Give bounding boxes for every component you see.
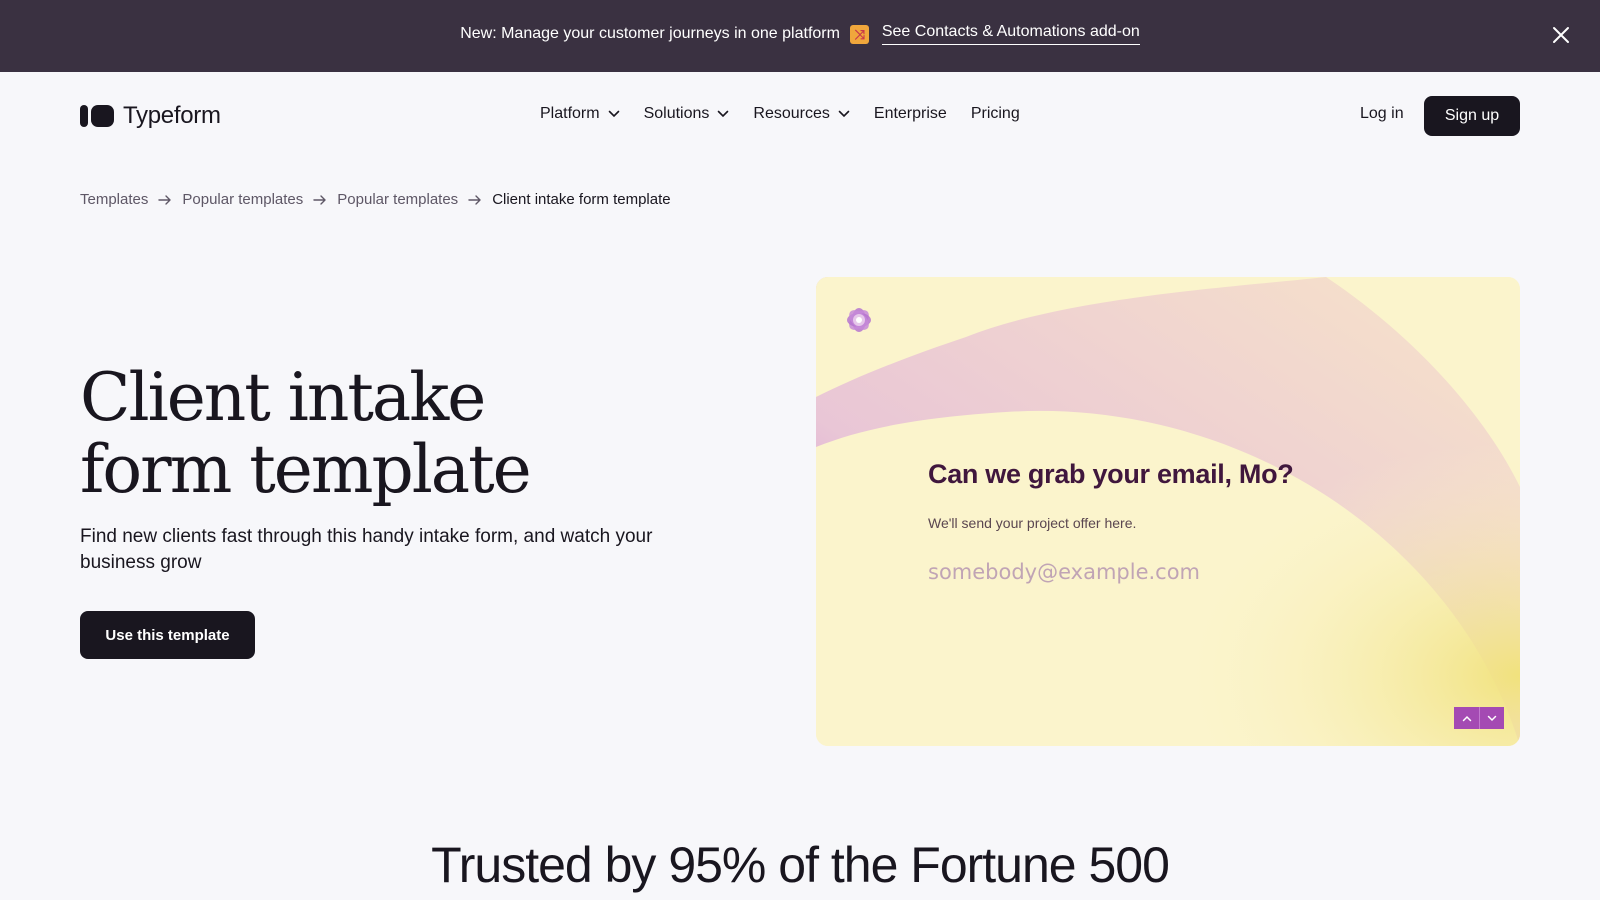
announcement-banner: New: Manage your customer journeys in on…: [0, 0, 1600, 72]
previous-question-button[interactable]: [1454, 707, 1479, 729]
chevron-down-icon: [718, 110, 729, 118]
close-banner-button[interactable]: [1548, 22, 1574, 48]
trusted-heading: Trusted by 95% of the Fortune 500: [431, 837, 1170, 893]
breadcrumb-current: Client intake form template: [492, 191, 671, 208]
preview-background: [816, 277, 1520, 746]
banner-content: New: Manage your customer journeys in on…: [0, 23, 1600, 45]
contacts-automations-link[interactable]: See Contacts & Automations add-on: [881, 23, 1140, 45]
page-title-line-1: Client intake: [80, 359, 486, 436]
next-question-button[interactable]: [1479, 707, 1504, 729]
nav-item-enterprise[interactable]: Enterprise: [874, 105, 947, 123]
form-nav-arrows: [1454, 707, 1504, 729]
arrow-right-icon: [313, 194, 326, 205]
main-nav: Typeform Platform Solutions Resources En…: [0, 72, 1600, 160]
nav-menu: Platform Solutions Resources Enterprise …: [540, 105, 1044, 123]
form-question-description: We'll send your project offer here.: [928, 515, 1137, 531]
chevron-down-icon: [608, 110, 619, 118]
nav-item-solutions[interactable]: Solutions: [644, 105, 730, 123]
nav-item-label: Resources: [753, 105, 830, 122]
nav-item-label: Enterprise: [873, 105, 947, 122]
chevron-up-icon: [1462, 715, 1471, 721]
breadcrumb-popular-templates-2[interactable]: Popular templates: [337, 191, 458, 208]
banner-text: New: Manage your customer journeys in on…: [460, 25, 840, 42]
nav-item-label: Solutions: [643, 105, 710, 122]
nav-item-pricing[interactable]: Pricing: [971, 105, 1020, 123]
login-link[interactable]: Log in: [1360, 105, 1404, 123]
form-question: Can we grab your email, Mo?: [928, 459, 1294, 489]
breadcrumb-popular-templates[interactable]: Popular templates: [182, 191, 303, 208]
page-title-line-2: form template: [80, 431, 532, 508]
nav-item-resources[interactable]: Resources: [753, 105, 850, 123]
page-title: Client intake form template: [80, 362, 640, 506]
nav-item-label: Pricing: [970, 105, 1020, 122]
breadcrumb: Templates Popular templates Popular temp…: [80, 191, 671, 208]
form-preview: Can we grab your email, Mo? We'll send y…: [816, 277, 1520, 746]
chevron-down-icon: [1487, 715, 1497, 721]
flower-logo-icon: [847, 308, 871, 332]
email-field[interactable]: [928, 555, 1398, 589]
breadcrumb-templates[interactable]: Templates: [80, 191, 148, 208]
logo-text: Typeform: [123, 102, 221, 129]
signup-button[interactable]: Sign up: [1424, 96, 1520, 136]
use-template-button[interactable]: Use this template: [80, 611, 255, 659]
typeform-logo-icon: [80, 105, 114, 127]
arrow-right-icon: [468, 194, 481, 205]
nav-item-label: Platform: [540, 105, 600, 122]
arrow-right-icon: [158, 194, 172, 205]
nav-item-platform[interactable]: Platform: [540, 105, 620, 123]
typeform-logo[interactable]: Typeform: [80, 101, 221, 131]
hero-subtitle: Find new clients fast through this handy…: [80, 526, 653, 573]
chevron-down-icon: [838, 110, 850, 118]
close-icon: [1553, 27, 1569, 43]
shuffle-emoji-icon: ⤨: [850, 24, 870, 44]
